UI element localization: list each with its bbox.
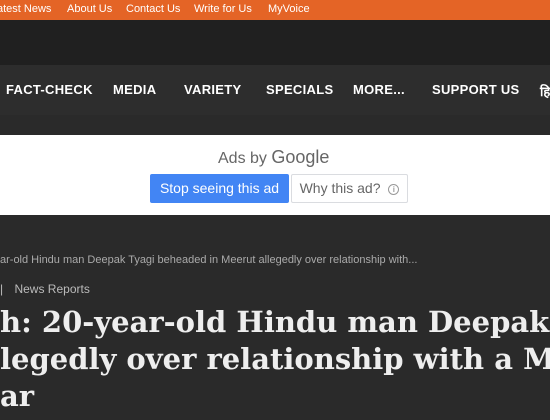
main-nav: FACT-CHECK MEDIA VARIETY SPECIALS MORE..… bbox=[0, 65, 550, 115]
why-this-ad-label: Why this ad? bbox=[299, 180, 381, 196]
write-for-us-link[interactable]: Write for Us bbox=[194, 3, 252, 15]
nav-hindi[interactable]: हि bbox=[540, 82, 550, 100]
crumb-separator: | bbox=[0, 282, 4, 296]
headline-line: ar bbox=[0, 379, 35, 413]
stop-seeing-ad-button[interactable]: Stop seeing this ad bbox=[150, 174, 289, 203]
latest-news-link[interactable]: atest News bbox=[0, 3, 51, 15]
category-line: | News Reports bbox=[0, 282, 90, 296]
ads-by-google: Ads by Google bbox=[218, 147, 329, 168]
contact-us-link[interactable]: Contact Us bbox=[126, 3, 180, 15]
headline-line: h: 20-year-old Hindu man Deepak Tya bbox=[0, 305, 550, 339]
nav-specials[interactable]: SPECIALS bbox=[266, 82, 333, 97]
nav-variety[interactable]: VARIETY bbox=[184, 82, 241, 97]
nav-support-us[interactable]: SUPPORT US bbox=[432, 82, 520, 97]
ad-panel: Ads by Google Stop seeing this ad Why th… bbox=[0, 135, 550, 215]
nav-media[interactable]: MEDIA bbox=[113, 82, 156, 97]
info-icon: i bbox=[388, 184, 400, 195]
nav-fact-check[interactable]: FACT-CHECK bbox=[6, 82, 93, 97]
header-band bbox=[0, 20, 550, 65]
myvoice-link[interactable]: MyVoice bbox=[268, 3, 310, 15]
why-this-ad-button[interactable]: Why this ad? i bbox=[291, 174, 408, 203]
google-logo-text: Google bbox=[271, 147, 330, 167]
category-link[interactable]: News Reports bbox=[14, 282, 89, 296]
headline-line: legedly over relationship with a Musli bbox=[0, 342, 550, 376]
about-us-link[interactable]: About Us bbox=[67, 3, 112, 15]
nav-more[interactable]: MORE... bbox=[353, 82, 405, 97]
article-headline: h: 20-year-old Hindu man Deepak Tya lege… bbox=[0, 304, 550, 415]
breadcrumb: ar-old Hindu man Deepak Tyagi beheaded i… bbox=[0, 254, 418, 266]
top-utility-bar: atest News About Us Contact Us Write for… bbox=[0, 0, 550, 20]
ads-by-label: Ads by bbox=[218, 150, 267, 167]
